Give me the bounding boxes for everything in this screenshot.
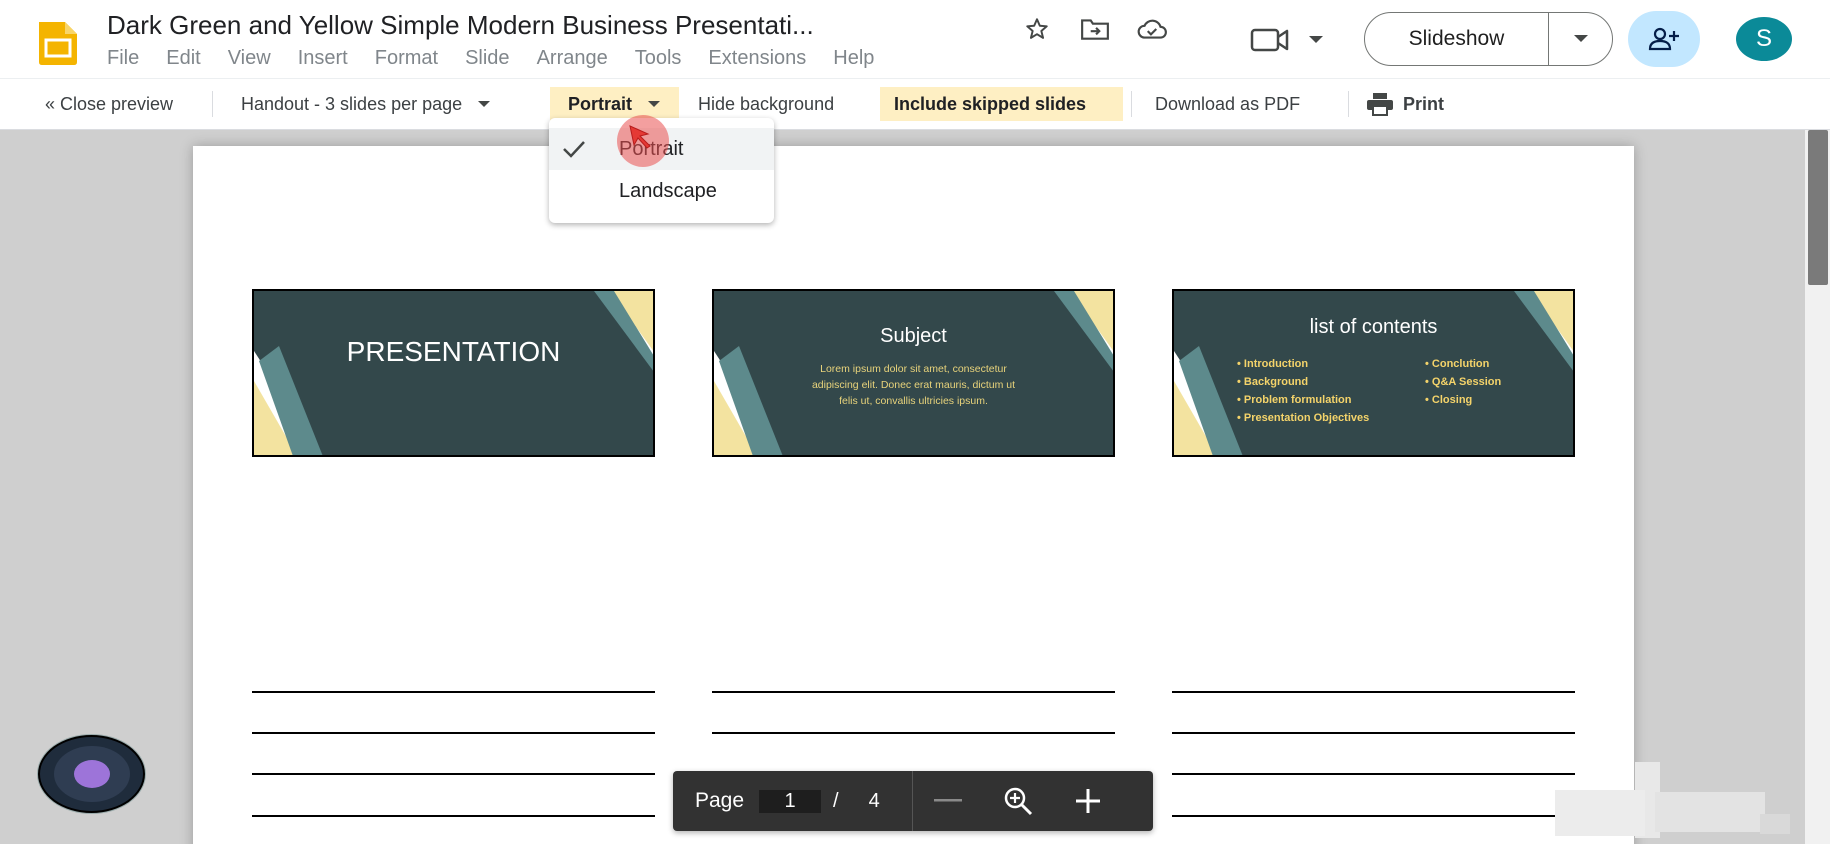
bullet-item: Introduction <box>1237 355 1369 373</box>
slideshow-button[interactable]: Slideshow <box>1365 13 1549 65</box>
printer-icon <box>1367 93 1393 116</box>
record-icon <box>73 760 110 788</box>
menu-tools[interactable]: Tools <box>635 47 682 70</box>
page-total: 4 <box>868 789 880 812</box>
app-header: Dark Green and Yellow Simple Modern Busi… <box>0 0 1830 78</box>
orientation-select-label: Portrait <box>568 93 633 114</box>
menu-bar: File Edit View Insert Format Slide Arran… <box>107 47 901 70</box>
note-line <box>712 691 1115 693</box>
menu-edit[interactable]: Edit <box>166 47 200 70</box>
slide-title: list of contents <box>1309 316 1438 338</box>
slides-logo-icon[interactable] <box>35 20 81 66</box>
slide-background <box>254 291 653 455</box>
menu-extensions[interactable]: Extensions <box>708 47 806 70</box>
layout-select[interactable]: Handout - 3 slides per page <box>241 87 491 121</box>
move-to-folder-icon[interactable] <box>1078 12 1112 46</box>
slideshow-options-button[interactable] <box>1549 13 1612 65</box>
cloud-done-icon[interactable] <box>1135 12 1169 46</box>
note-line <box>1172 815 1575 817</box>
preview-area[interactable]: PRESENTATION Subject Lorem ipsum dolor s… <box>0 130 1830 844</box>
share-button[interactable] <box>1628 11 1700 67</box>
slide-thumbnail-2: Subject Lorem ipsum dolor sit amet, cons… <box>712 289 1115 457</box>
chevron-down-icon <box>1573 35 1588 42</box>
zoom-button[interactable] <box>983 771 1053 831</box>
slide-title: Subject <box>880 325 947 347</box>
bullet-list-right: Conclution Q&A Session Closing <box>1425 355 1501 409</box>
blurred-overlay <box>1555 762 1790 838</box>
slide-body: Lorem ipsum dolor sit amet, consectetur … <box>811 363 1016 407</box>
bullet-list-left: Introduction Background Problem formulat… <box>1237 355 1369 427</box>
vertical-scrollbar[interactable] <box>1805 130 1830 844</box>
slide-thumbnail-3: list of contents Introduction Background… <box>1172 289 1575 457</box>
chevron-down-icon <box>478 101 491 107</box>
note-line <box>1172 732 1575 734</box>
slideshow-group: Slideshow <box>1364 12 1613 66</box>
handout-page: PRESENTATION Subject Lorem ipsum dolor s… <box>193 146 1634 844</box>
menu-arrange[interactable]: Arrange <box>537 47 608 70</box>
page-number-input[interactable] <box>759 789 822 813</box>
menu-file[interactable]: File <box>107 47 139 70</box>
note-line <box>1172 691 1575 693</box>
menu-format[interactable]: Format <box>375 47 438 70</box>
slide-title: PRESENTATION <box>346 336 561 367</box>
page-navigator: Page / 4 <box>673 771 1153 831</box>
star-icon[interactable] <box>1020 12 1054 46</box>
chevron-down-icon <box>648 101 661 107</box>
print-button[interactable]: Print <box>1365 87 1444 121</box>
layout-select-label: Handout - 3 slides per page <box>241 93 463 114</box>
page-separator: / <box>833 789 839 812</box>
bullet-item: Q&A Session <box>1425 373 1501 391</box>
toolbar-divider <box>1348 91 1349 117</box>
download-pdf-button[interactable]: Download as PDF <box>1155 87 1300 121</box>
bullet-item: Presentation Objectives <box>1237 409 1369 427</box>
include-skipped-slides-toggle[interactable]: Include skipped slides <box>880 87 1123 121</box>
toolbar-divider <box>1131 91 1132 117</box>
video-camera-icon <box>1250 28 1323 52</box>
note-line <box>252 732 655 734</box>
minus-icon <box>933 799 962 802</box>
menu-view[interactable]: View <box>228 47 271 70</box>
print-label: Print <box>1403 93 1445 114</box>
plus-icon <box>1075 789 1100 813</box>
meet-button[interactable] <box>1245 20 1335 60</box>
slide-thumbnail-1: PRESENTATION <box>252 289 655 457</box>
option-label: Landscape <box>619 179 717 202</box>
note-line <box>252 815 655 817</box>
note-line <box>252 773 655 775</box>
check-icon <box>563 141 585 158</box>
bullet-item: Problem formulation <box>1237 391 1369 409</box>
page-label: Page <box>695 789 745 812</box>
note-line <box>712 732 1115 734</box>
bullet-item: Closing <box>1425 391 1501 409</box>
menu-slide[interactable]: Slide <box>465 47 509 70</box>
avatar-initial: S <box>1736 17 1792 61</box>
bullet-item: Conclution <box>1425 355 1501 373</box>
recorder-inner-ring <box>53 746 130 802</box>
zoom-in-button[interactable] <box>1053 771 1123 831</box>
mouse-cursor-icon <box>629 125 651 149</box>
zoom-out-button[interactable] <box>913 771 983 831</box>
menu-help[interactable]: Help <box>833 47 874 70</box>
screen-recorder-button[interactable] <box>38 735 145 813</box>
orientation-option-landscape[interactable]: Landscape <box>549 170 774 212</box>
print-preview-toolbar: « Close preview Handout - 3 slides per p… <box>0 78 1830 130</box>
document-title[interactable]: Dark Green and Yellow Simple Modern Busi… <box>107 10 814 41</box>
scrollbar-thumb[interactable] <box>1808 130 1828 285</box>
note-line <box>252 691 655 693</box>
toolbar-divider <box>212 91 213 117</box>
hide-background-toggle[interactable]: Hide background <box>698 87 834 121</box>
close-preview-button[interactable]: « Close preview <box>45 87 173 121</box>
add-person-icon <box>1648 27 1679 51</box>
orientation-select[interactable]: Portrait <box>550 87 679 121</box>
note-line <box>1172 773 1575 775</box>
avatar[interactable]: S <box>1735 17 1793 61</box>
zoom-in-icon <box>1004 787 1032 816</box>
menu-insert[interactable]: Insert <box>298 47 348 70</box>
bullet-item: Background <box>1237 373 1369 391</box>
